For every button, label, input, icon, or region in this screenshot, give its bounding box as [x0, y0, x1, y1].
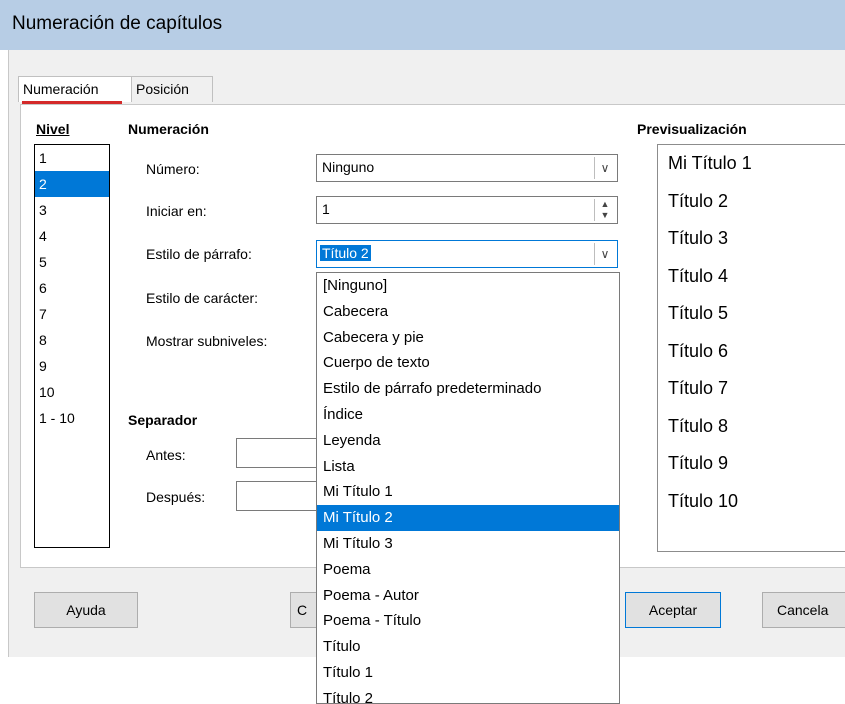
chevron-down-icon[interactable]: ∨	[594, 157, 615, 179]
dropdown-option[interactable]: Poema	[317, 557, 619, 583]
dropdown-option[interactable]: [Ninguno]	[317, 273, 619, 299]
dropdown-option[interactable]: Cabecera y pie	[317, 325, 619, 351]
preview-item: Título 2	[668, 190, 729, 211]
dropdown-option[interactable]: Leyenda	[317, 428, 619, 454]
start-at-spinner[interactable]: 1 ▲ ▼	[316, 196, 618, 224]
dropdown-option[interactable]: Cabecera	[317, 299, 619, 325]
preview-panel: Mi Título 1 Título 2 Título 3 Título 4 Títul…	[657, 144, 845, 552]
level-item[interactable]: 6	[35, 275, 109, 301]
level-item[interactable]: 1	[35, 145, 109, 171]
dropdown-option[interactable]: Mi Título 2	[317, 505, 619, 531]
preview-item: Título 3	[668, 228, 729, 248]
before-input[interactable]	[236, 438, 326, 468]
level-item[interactable]: 7	[35, 301, 109, 327]
paragraph-style-select[interactable]: Título 2 ∨	[316, 240, 618, 268]
numbering-header: Numeración	[128, 121, 209, 137]
level-item[interactable]: 9	[35, 353, 109, 379]
tab-posicion[interactable]: Posición	[131, 76, 213, 102]
spinner-arrows-icon[interactable]: ▲ ▼	[594, 199, 615, 221]
level-item[interactable]: 3	[35, 197, 109, 223]
preview-item: Título 6	[668, 340, 729, 361]
level-item[interactable]: 8	[35, 327, 109, 353]
start-at-value: 1	[322, 201, 330, 217]
number-select-value: Ninguno	[322, 159, 375, 175]
level-item[interactable]: 5	[35, 249, 109, 275]
number-select[interactable]: Ninguno ∨	[316, 154, 618, 182]
dropdown-option[interactable]: Título	[317, 634, 619, 660]
paragraph-style-label: Estilo de párrafo:	[146, 246, 252, 262]
window-title: Numeración de capítulos	[12, 13, 223, 34]
chevron-down-icon[interactable]: ∨	[594, 243, 615, 265]
after-label: Después:	[146, 489, 206, 505]
level-item[interactable]: 1 - 10	[35, 405, 109, 431]
level-header: Nivel	[36, 121, 70, 137]
preview-header: Previsualización	[637, 121, 747, 137]
ok-button[interactable]: Aceptar	[625, 592, 721, 628]
dropdown-option[interactable]: Mi Título 3	[317, 531, 619, 557]
dropdown-option[interactable]: Lista	[317, 454, 619, 480]
preview-item: Mi Título 1	[668, 153, 752, 173]
level-list[interactable]: 1 2 3 4 5 6 7 8 9 10 1 - 10	[34, 144, 110, 548]
preview-item: Título 10	[668, 490, 739, 511]
preview-item: Título 5	[668, 303, 729, 323]
character-style-label: Estilo de carácter:	[146, 290, 259, 306]
dropdown-option[interactable]: Mi Título 1	[317, 479, 619, 505]
show-sublevels-label: Mostrar subniveles:	[146, 333, 268, 349]
level-item[interactable]: 4	[35, 223, 109, 249]
preview-item: Título 7	[668, 378, 729, 398]
level-item[interactable]: 2	[35, 171, 109, 197]
preview-item: Título 8	[668, 415, 729, 436]
number-label: Número:	[146, 161, 200, 177]
dropdown-option[interactable]: Índice	[317, 402, 619, 428]
spin-down-icon[interactable]: ▼	[595, 210, 615, 221]
after-input[interactable]	[236, 481, 326, 511]
dropdown-option[interactable]: Poema - Autor	[317, 583, 619, 609]
before-label: Antes:	[146, 447, 186, 463]
cancel-button[interactable]: Cancela	[762, 592, 845, 628]
tab-numeracion[interactable]: Numeración	[18, 76, 136, 102]
preview-item: Título 4	[668, 265, 729, 286]
title-bar: Numeración de capítulos	[0, 0, 845, 50]
dropdown-option[interactable]: Cuerpo de texto	[317, 350, 619, 376]
dropdown-option[interactable]: Poema - Título	[317, 608, 619, 634]
preview-item: Título 9	[668, 453, 729, 473]
separator-header: Separador	[128, 412, 198, 428]
dropdown-option[interactable]: Título 2	[317, 686, 619, 703]
level-item[interactable]: 10	[35, 379, 109, 405]
start-at-label: Iniciar en:	[146, 203, 207, 219]
paragraph-style-value: Título 2	[320, 245, 371, 261]
dropdown-option[interactable]: Estilo de párrafo predeterminado	[317, 376, 619, 402]
spin-up-icon[interactable]: ▲	[595, 199, 615, 210]
dropdown-option[interactable]: Título 1	[317, 660, 619, 686]
paragraph-style-dropdown[interactable]: [Ninguno] Cabecera Cabecera y pie Cuerpo de…	[316, 272, 620, 704]
help-button[interactable]: Ayuda	[34, 592, 138, 628]
